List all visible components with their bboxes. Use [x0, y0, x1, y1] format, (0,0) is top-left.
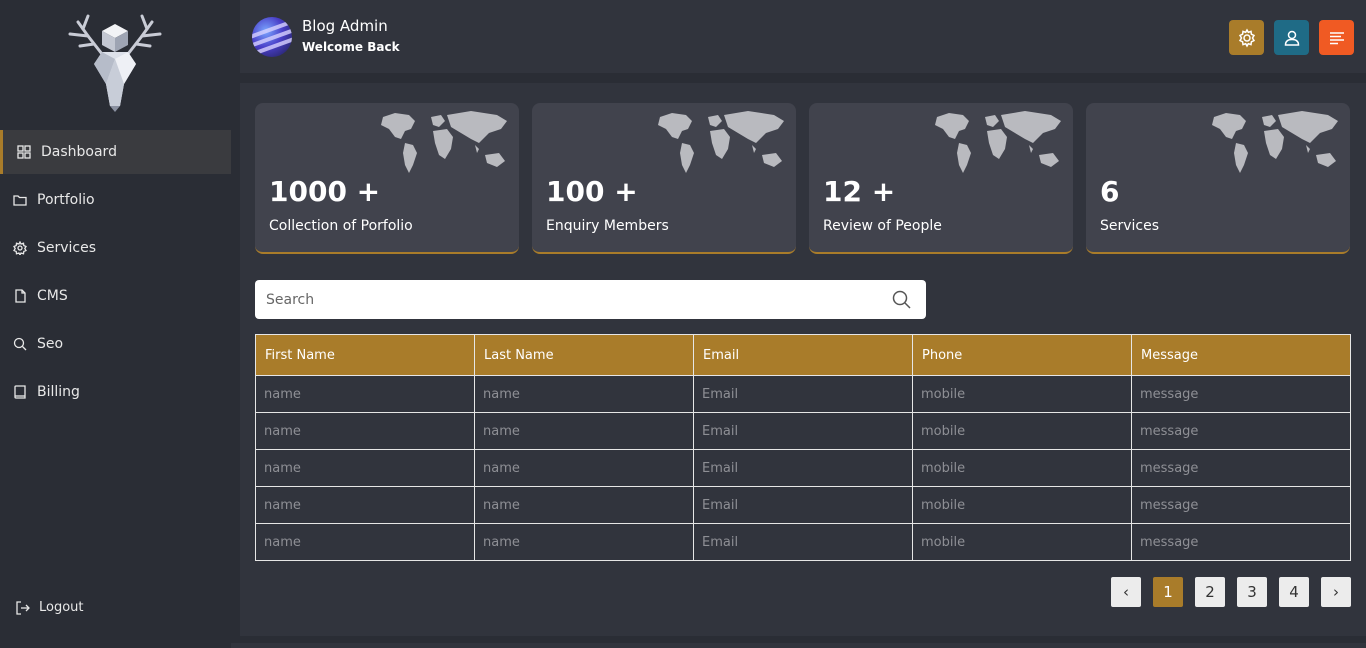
book-icon [12, 384, 28, 400]
avatar[interactable] [252, 17, 292, 57]
sidebar-item-services[interactable]: Services [0, 226, 231, 270]
stat-label: Enquiry Members [546, 218, 669, 234]
sidebar-item-seo[interactable]: Seo [0, 322, 231, 366]
sidebar-item-label: Dashboard [41, 144, 117, 160]
table-header-row: First Name Last Name Email Phone Message [255, 334, 1351, 376]
pagination-page-4[interactable]: 4 [1279, 577, 1309, 607]
table-cell: name [255, 412, 475, 450]
world-map-icon [1212, 111, 1338, 173]
stat-value: 100 + [546, 175, 638, 208]
pagination-next-button[interactable]: › [1321, 577, 1351, 607]
table-cell: name [474, 375, 694, 413]
table-cell: name [255, 449, 475, 487]
table-cell: Email [693, 449, 913, 487]
table-cell: name [474, 523, 694, 561]
footer-strip [231, 643, 1366, 648]
logout-button[interactable]: Logout [16, 600, 84, 615]
pagination-page-3[interactable]: 3 [1237, 577, 1267, 607]
table-cell: name [255, 375, 475, 413]
stat-value: 1000 + [269, 175, 381, 208]
table-cell: name [474, 412, 694, 450]
table-row[interactable]: name name Email mobile message [255, 523, 1351, 561]
gear-icon [1238, 27, 1255, 48]
table-cell: name [255, 523, 475, 561]
stat-label: Review of People [823, 218, 942, 234]
table-cell: name [474, 449, 694, 487]
table-row[interactable]: name name Email mobile message [255, 486, 1351, 524]
table-row[interactable]: name name Email mobile message [255, 449, 1351, 487]
logout-icon [16, 600, 30, 615]
top-header: Blog Admin Welcome Back [240, 0, 1366, 73]
table-cell: message [1131, 449, 1351, 487]
table-cell: message [1131, 486, 1351, 524]
sidebar-item-label: CMS [37, 288, 68, 304]
search-icon [12, 336, 28, 352]
user-icon [1284, 30, 1299, 46]
table-cell: message [1131, 523, 1351, 561]
table-cell: Email [693, 412, 913, 450]
search-input[interactable] [255, 280, 855, 319]
sidebar-item-cms[interactable]: CMS [0, 274, 231, 318]
file-icon [12, 288, 28, 304]
sidebar-item-billing[interactable]: Billing [0, 370, 231, 414]
world-map-icon [658, 111, 784, 173]
stag-head-logo[interactable] [58, 14, 172, 114]
pagination-page-2[interactable]: 2 [1195, 577, 1225, 607]
table-cell: message [1131, 412, 1351, 450]
table-cell: Email [693, 486, 913, 524]
stat-value: 6 [1100, 175, 1120, 208]
logout-label: Logout [39, 600, 84, 615]
sidebar-item-label: Billing [37, 384, 80, 400]
sidebar-item-portfolio[interactable]: Portfolio [0, 178, 231, 222]
table-cell: mobile [912, 486, 1132, 524]
gear-icon [12, 240, 28, 256]
sidebar-item-dashboard[interactable]: Dashboard [0, 130, 231, 174]
grid-icon [16, 144, 32, 160]
world-map-icon [381, 111, 507, 173]
table-cell: name [474, 486, 694, 524]
search-bar [255, 280, 926, 319]
pagination-page-1[interactable]: 1 [1153, 577, 1183, 607]
pagination-prev-button[interactable]: ‹ [1111, 577, 1141, 607]
table-cell: mobile [912, 375, 1132, 413]
stat-card-services: 6 Services [1086, 103, 1350, 254]
column-header-phone[interactable]: Phone [912, 334, 1132, 376]
column-header-last-name[interactable]: Last Name [474, 334, 694, 376]
table-cell: message [1131, 375, 1351, 413]
table-cell: mobile [912, 412, 1132, 450]
table-cell: mobile [912, 449, 1132, 487]
sidebar: Dashboard Portfolio Services CMS Seo Bil… [0, 0, 231, 636]
enquiry-table: First Name Last Name Email Phone Message… [255, 334, 1351, 561]
column-header-message[interactable]: Message [1131, 334, 1351, 376]
table-cell: Email [693, 523, 913, 561]
settings-button[interactable] [1229, 20, 1264, 55]
stat-label: Collection of Porfolio [269, 218, 413, 234]
stat-card-portfolio: 1000 + Collection of Porfolio [255, 103, 519, 254]
sidebar-nav: Dashboard Portfolio Services CMS Seo Bil… [0, 130, 231, 418]
sidebar-item-label: Seo [37, 336, 64, 352]
world-map-icon [935, 111, 1061, 173]
search-icon[interactable] [892, 290, 911, 309]
stat-label: Services [1100, 218, 1160, 234]
table-cell: mobile [912, 523, 1132, 561]
profile-button[interactable] [1274, 20, 1309, 55]
header-title: Blog Admin [302, 17, 388, 35]
sidebar-item-label: Services [37, 240, 97, 256]
menu-button[interactable] [1319, 20, 1354, 55]
main-content: 1000 + Collection of Porfolio 100 + Enqu… [240, 83, 1366, 636]
table-cell: Email [693, 375, 913, 413]
column-header-email[interactable]: Email [693, 334, 913, 376]
stat-card-review: 12 + Review of People [809, 103, 1073, 254]
stat-value: 12 + [823, 175, 896, 208]
header-subtitle: Welcome Back [302, 40, 400, 54]
column-header-first-name[interactable]: First Name [255, 334, 475, 376]
folder-icon [12, 192, 28, 208]
table-row[interactable]: name name Email mobile message [255, 375, 1351, 413]
table-cell: name [255, 486, 475, 524]
menu-lines-icon [1329, 31, 1344, 44]
table-row[interactable]: name name Email mobile message [255, 412, 1351, 450]
stat-card-enquiry: 100 + Enquiry Members [532, 103, 796, 254]
sidebar-item-label: Portfolio [37, 192, 95, 208]
